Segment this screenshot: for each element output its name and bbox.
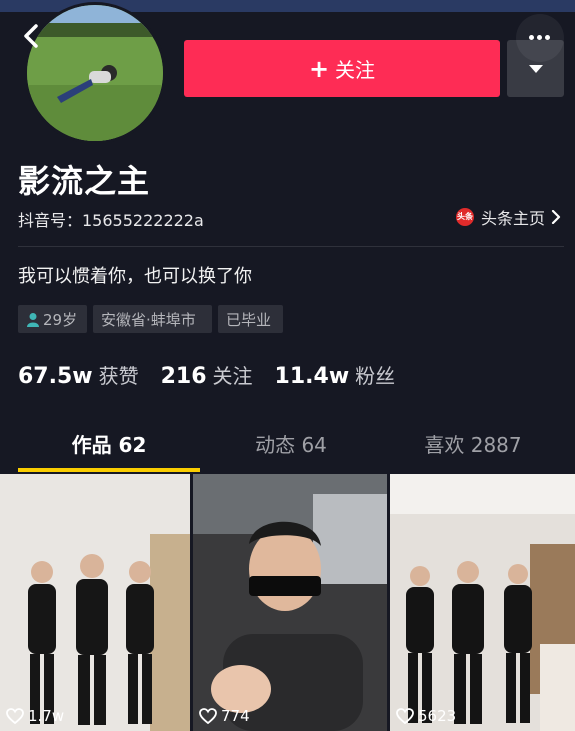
plus-icon: + bbox=[308, 54, 330, 83]
following-label[interactable]: 关注 bbox=[213, 360, 253, 389]
tag-location: 安徽省·蚌埠市 bbox=[93, 305, 212, 333]
follow-button[interactable]: + 关注 bbox=[184, 40, 500, 97]
video-image-3 bbox=[390, 474, 575, 731]
heart-outline-icon bbox=[396, 708, 414, 724]
video-image-2 bbox=[193, 474, 387, 731]
toutiao-homepage-link[interactable]: 头条 头条主页 bbox=[455, 205, 561, 229]
video-1-likes: 1.7w bbox=[6, 707, 64, 725]
followers-label[interactable]: 粉丝 bbox=[355, 360, 395, 389]
video-3-likes: 5623 bbox=[396, 707, 456, 725]
video-grid: 1.7w 774 5623 bbox=[0, 474, 575, 731]
avatar-photo bbox=[27, 5, 163, 141]
toutiao-link-label: 头条主页 bbox=[480, 209, 545, 228]
toutiao-logo-icon: 头条 bbox=[455, 208, 474, 226]
bio: 我可以惯着你，也可以换了你 bbox=[18, 266, 252, 287]
heart-outline-icon bbox=[6, 708, 24, 724]
heart-outline-icon bbox=[199, 708, 217, 724]
video-thumbnail-2[interactable]: 774 bbox=[193, 474, 387, 731]
followers-count[interactable]: 11.4w bbox=[275, 364, 350, 389]
following-count[interactable]: 216 bbox=[161, 364, 207, 389]
profile-name: 影流之主 bbox=[18, 162, 151, 200]
back-button[interactable] bbox=[18, 22, 46, 50]
more-options-button[interactable] bbox=[516, 14, 564, 62]
video-2-likes-count: 774 bbox=[221, 707, 250, 725]
video-3-likes-count: 5623 bbox=[418, 707, 457, 725]
tab-activity[interactable]: 动态 64 bbox=[200, 425, 382, 473]
video-thumbnail-3[interactable]: 5623 bbox=[390, 474, 575, 731]
follow-label: 关注 bbox=[335, 58, 376, 82]
dropdown-triangle-icon bbox=[529, 65, 543, 73]
tab-works[interactable]: 作品 62 bbox=[18, 425, 200, 473]
tab-indicator bbox=[18, 468, 200, 472]
back-arrow-icon bbox=[24, 24, 38, 48]
tag-location-label: 安徽省·蚌埠市 bbox=[101, 310, 196, 329]
profile-tabs: 作品 62 动态 64 喜欢 2887 bbox=[0, 425, 575, 473]
divider bbox=[18, 246, 564, 247]
chevron-right-icon bbox=[551, 210, 561, 224]
person-icon bbox=[27, 312, 39, 327]
douyin-id: 抖音号：15655222222a bbox=[18, 211, 204, 230]
video-thumbnail-1[interactable]: 1.7w bbox=[0, 474, 190, 731]
tab-likes[interactable]: 喜欢 2887 bbox=[382, 425, 564, 473]
tag-age: 29岁 bbox=[18, 305, 87, 333]
stats-row: 67.5w 获赞 216 关注 11.4w 粉丝 bbox=[18, 360, 417, 389]
video-image-1 bbox=[0, 474, 190, 731]
video-1-likes-count: 1.7w bbox=[28, 707, 65, 725]
video-2-likes: 774 bbox=[199, 707, 250, 725]
tag-school-label: 已毕业 bbox=[226, 310, 272, 329]
likes-count: 67.5w bbox=[18, 364, 93, 389]
likes-label: 获赞 bbox=[98, 364, 139, 388]
tag-age-label: 29岁 bbox=[43, 310, 78, 329]
tag-school: 已毕业 bbox=[218, 305, 283, 333]
